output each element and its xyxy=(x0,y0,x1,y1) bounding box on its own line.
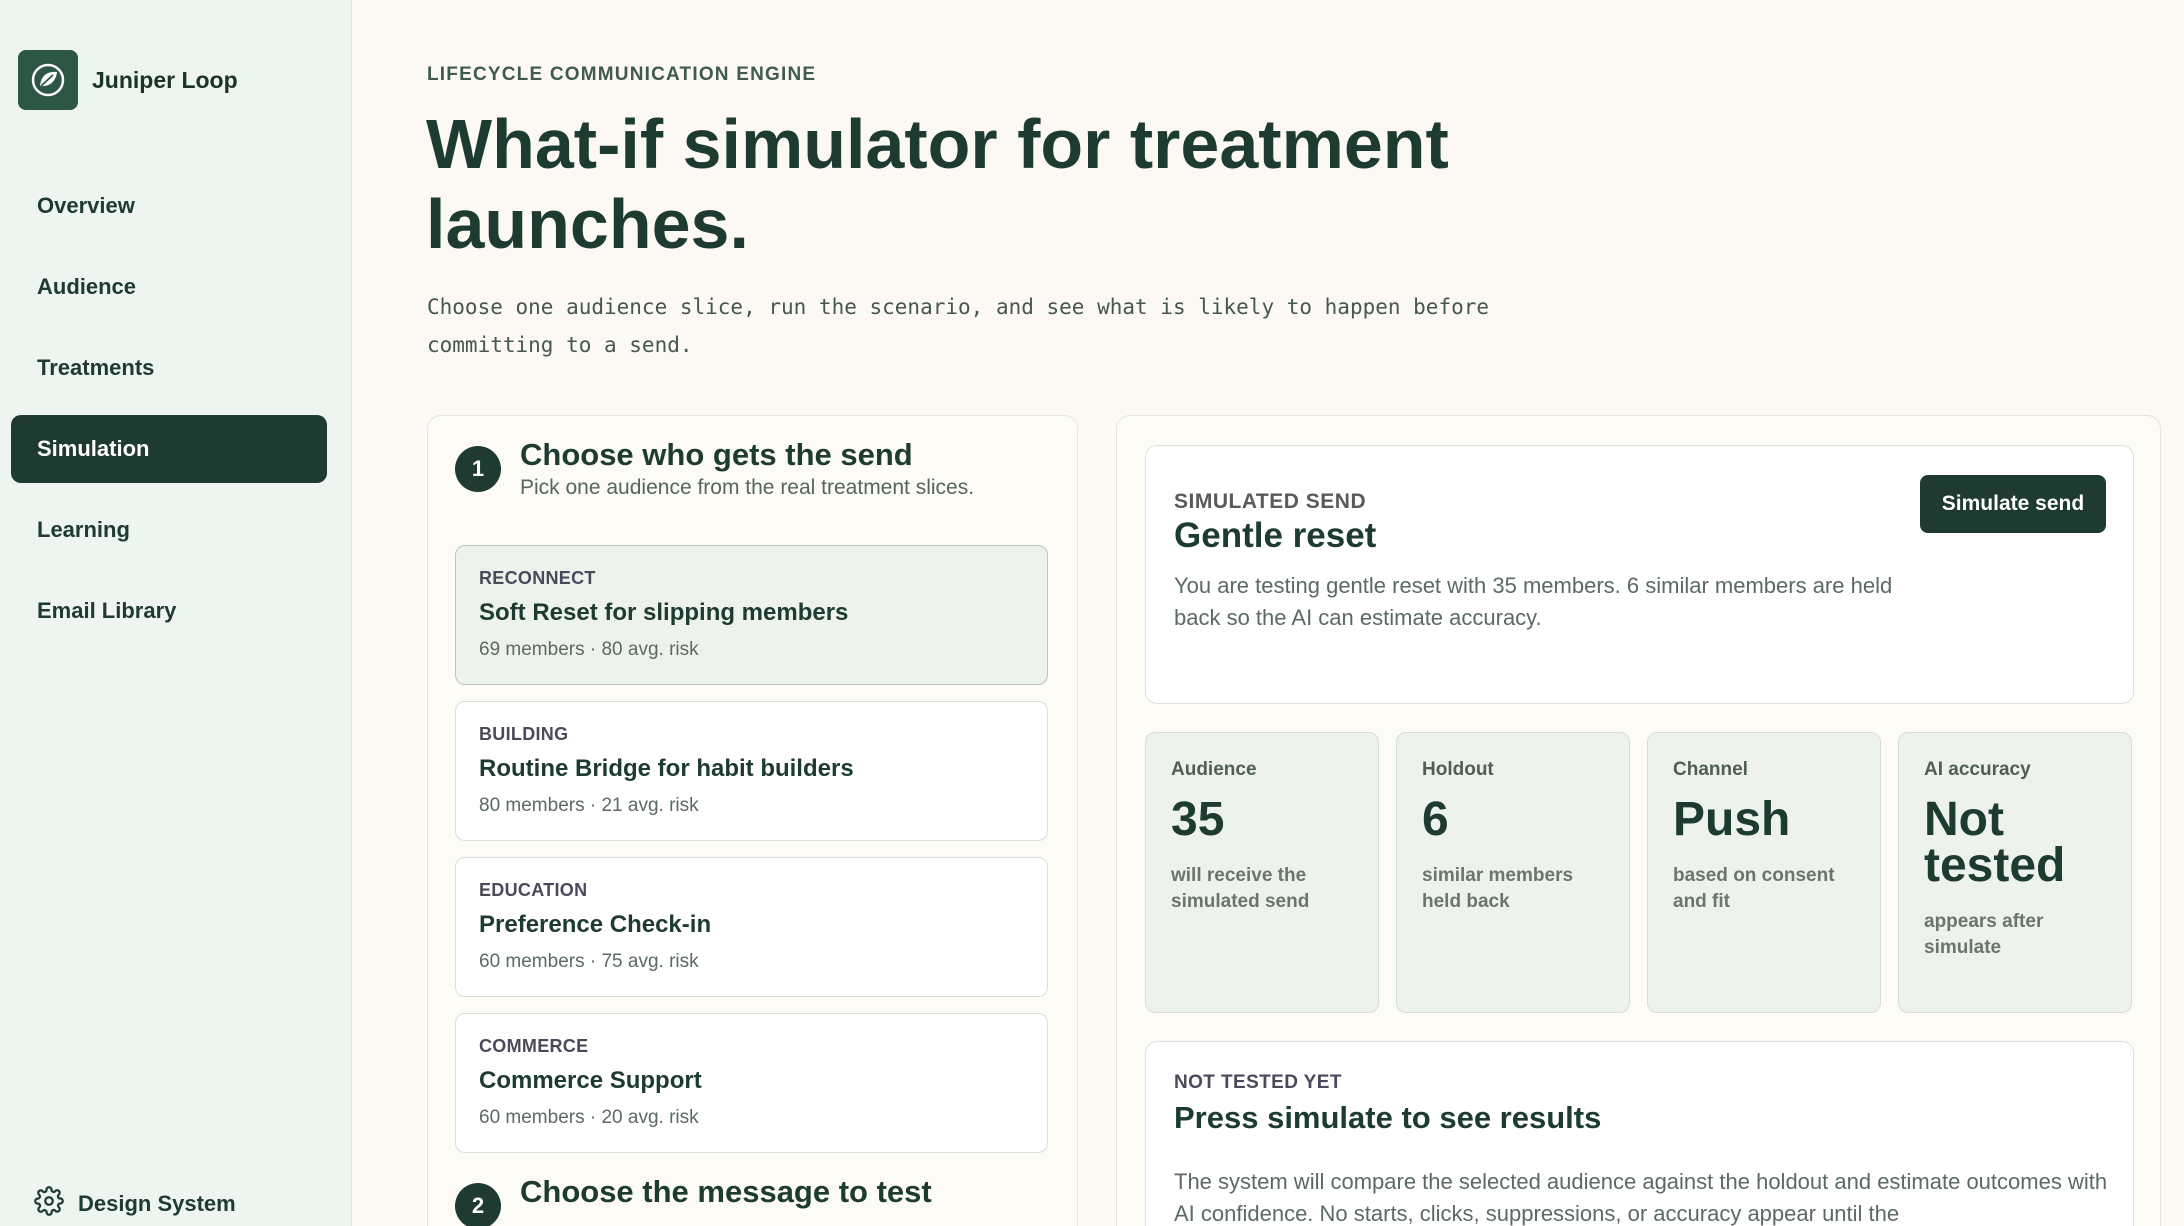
metric-note: similar members held back xyxy=(1422,865,1574,912)
metric-value: 35 xyxy=(1171,793,1225,846)
audience-card-commerce[interactable]: COMMERCE Commerce Support 60 members · 2… xyxy=(455,1013,1048,1153)
step-number: 1 xyxy=(455,446,501,492)
metric-note: will receive the simulated send xyxy=(1171,865,1310,912)
simulated-send-eyebrow: SIMULATED SEND xyxy=(1174,490,1367,513)
metric-label: Audience xyxy=(1171,759,1257,780)
metric-holdout: Holdout 6 similar members held back xyxy=(1396,732,1630,1013)
leaf-icon xyxy=(18,50,78,110)
audience-title: Soft Reset for slipping members xyxy=(479,599,849,626)
result-title: Press simulate to see results xyxy=(1174,1100,1602,1135)
metric-value: 6 xyxy=(1422,793,1449,846)
step-subtitle: Pick one audience from the real treatmen… xyxy=(520,476,975,499)
audience-title: Preference Check-in xyxy=(479,911,712,938)
sidebar-nav: Overview Audience Treatments Simulation … xyxy=(11,172,327,658)
step-2-header: 2 Choose the message to test xyxy=(455,1153,932,1226)
audience-meta: 60 members · 75 avg. risk xyxy=(479,951,699,972)
result-eyebrow: NOT TESTED YET xyxy=(1174,1072,1342,1093)
audience-card-building[interactable]: BUILDING Routine Bridge for habit builde… xyxy=(455,701,1048,841)
audience-panel: 1 Choose who gets the send Pick one audi… xyxy=(427,415,1078,1226)
sidebar-item-label: Learning xyxy=(37,517,130,542)
sidebar-item-label: Email Library xyxy=(37,598,177,623)
sidebar-item-learning[interactable]: Learning xyxy=(11,496,327,564)
audience-tag: BUILDING xyxy=(479,724,569,744)
simulated-send-title: Gentle reset xyxy=(1174,516,1377,555)
gear-icon xyxy=(34,1186,64,1221)
simulated-send-description: You are testing gentle reset with 35 mem… xyxy=(1174,573,1893,630)
audience-title: Commerce Support xyxy=(479,1067,702,1094)
audience-meta: 60 members · 20 avg. risk xyxy=(479,1107,699,1128)
audience-meta: 69 members · 80 avg. risk xyxy=(479,639,699,660)
brand-name: Juniper Loop xyxy=(92,66,238,93)
metric-channel: Channel Push based on consent and fit xyxy=(1647,732,1881,1013)
result-description: The system will compare the selected aud… xyxy=(1174,1169,2108,1226)
audience-card-education[interactable]: EDUCATION Preference Check-in 60 members… xyxy=(455,857,1048,997)
audience-title: Routine Bridge for habit builders xyxy=(479,755,854,782)
design-system-label: Design System xyxy=(78,1190,236,1216)
page-eyebrow: LIFECYCLE COMMUNICATION ENGINE xyxy=(427,64,817,85)
sidebar-item-simulation[interactable]: Simulation xyxy=(11,415,327,483)
audience-tag: EDUCATION xyxy=(479,880,588,900)
page-subtitle: Choose one audience slice, run the scena… xyxy=(427,295,1490,357)
sidebar-item-overview[interactable]: Overview xyxy=(11,172,327,240)
metric-value: Not tested xyxy=(1924,793,2066,892)
audience-tag: RECONNECT xyxy=(479,568,596,588)
simulation-panel: SIMULATED SEND Gentle reset You are test… xyxy=(1116,415,2161,1226)
audience-meta: 80 members · 21 avg. risk xyxy=(479,795,699,816)
metric-note: based on consent and fit xyxy=(1673,865,1835,912)
simulated-send-card: SIMULATED SEND Gentle reset You are test… xyxy=(1145,445,2134,704)
metric-note: appears after simulate xyxy=(1924,911,2044,958)
design-system-link[interactable]: Design System xyxy=(34,1186,236,1221)
simulate-send-button[interactable]: Simulate send xyxy=(1920,475,2106,533)
sidebar-item-label: Overview xyxy=(37,193,135,218)
page-title: What-if simulator for treatment launches… xyxy=(426,105,1449,263)
sidebar-item-label: Simulation xyxy=(37,436,150,461)
step-number: 2 xyxy=(455,1183,501,1226)
metric-audience: Audience 35 will receive the simulated s… xyxy=(1145,732,1379,1013)
sidebar: Juniper Loop Overview Audience Treatment… xyxy=(0,0,352,1226)
brand[interactable]: Juniper Loop xyxy=(18,50,238,110)
metric-ai-accuracy: AI accuracy Not tested appears after sim… xyxy=(1898,732,2132,1013)
metric-label: Holdout xyxy=(1422,759,1494,780)
result-card: NOT TESTED YET Press simulate to see res… xyxy=(1145,1041,2134,1226)
step-title: Choose who gets the send xyxy=(520,437,913,472)
sidebar-item-label: Audience xyxy=(37,274,137,299)
sidebar-item-email-library[interactable]: Email Library xyxy=(11,577,327,645)
audience-tag: COMMERCE xyxy=(479,1036,589,1056)
metric-label: Channel xyxy=(1673,759,1748,780)
metric-value: Push xyxy=(1673,793,1791,846)
sidebar-item-audience[interactable]: Audience xyxy=(11,253,327,321)
sidebar-item-label: Treatments xyxy=(37,355,155,380)
metric-label: AI accuracy xyxy=(1924,759,2031,780)
audience-card-reconnect[interactable]: RECONNECT Soft Reset for slipping member… xyxy=(455,545,1048,685)
sidebar-item-treatments[interactable]: Treatments xyxy=(11,334,327,402)
step-title: Choose the message to test xyxy=(520,1174,932,1209)
step-1-header: 1 Choose who gets the send Pick one audi… xyxy=(455,416,974,500)
